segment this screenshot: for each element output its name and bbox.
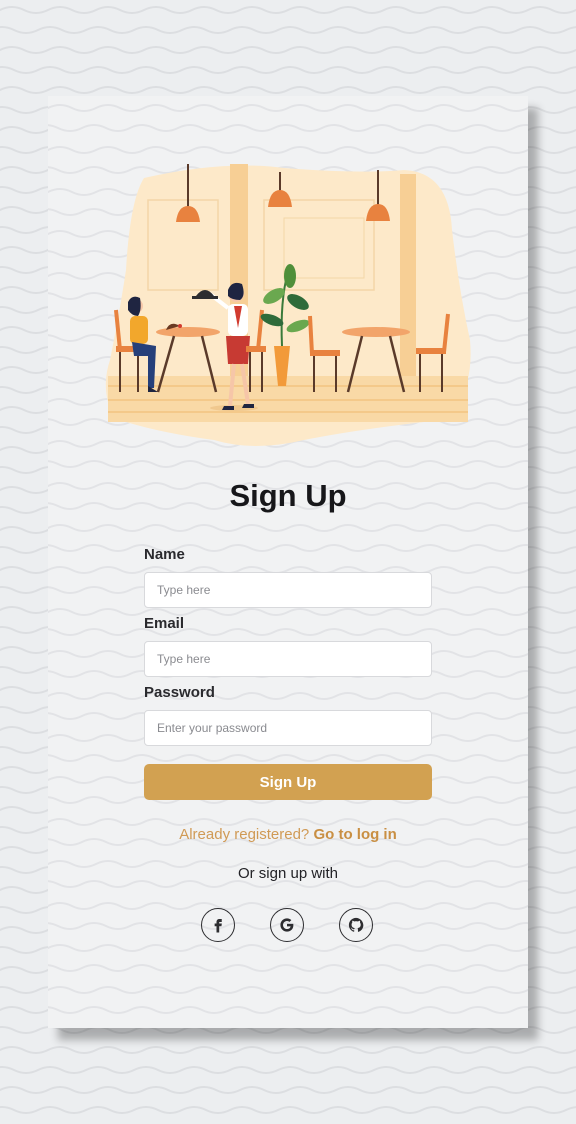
already-registered-text: Already registered? (179, 826, 310, 843)
sign-up-button[interactable]: Sign Up (144, 764, 432, 800)
login-prompt: Already registered? Go to log in (48, 826, 528, 843)
github-icon (348, 917, 364, 932)
facebook-icon (214, 919, 222, 933)
page-title: Sign Up (229, 478, 347, 513)
password-field[interactable] (144, 710, 432, 746)
password-label: Password (144, 684, 215, 701)
signup-card: Sign Up Name Email Password Sign Up Alre… (48, 96, 528, 1028)
go-to-login-link[interactable]: Go to log in (313, 826, 396, 843)
email-field[interactable] (144, 641, 432, 677)
or-sign-up-with-text: Or sign up with (237, 865, 339, 882)
name-field[interactable] (144, 572, 432, 608)
email-label: Email (144, 615, 185, 632)
google-icon (280, 918, 294, 932)
restaurant-illustration (105, 164, 471, 447)
github-button[interactable] (339, 908, 373, 942)
google-button[interactable] (270, 908, 304, 942)
name-label: Name (144, 546, 185, 563)
facebook-button[interactable] (201, 908, 235, 942)
